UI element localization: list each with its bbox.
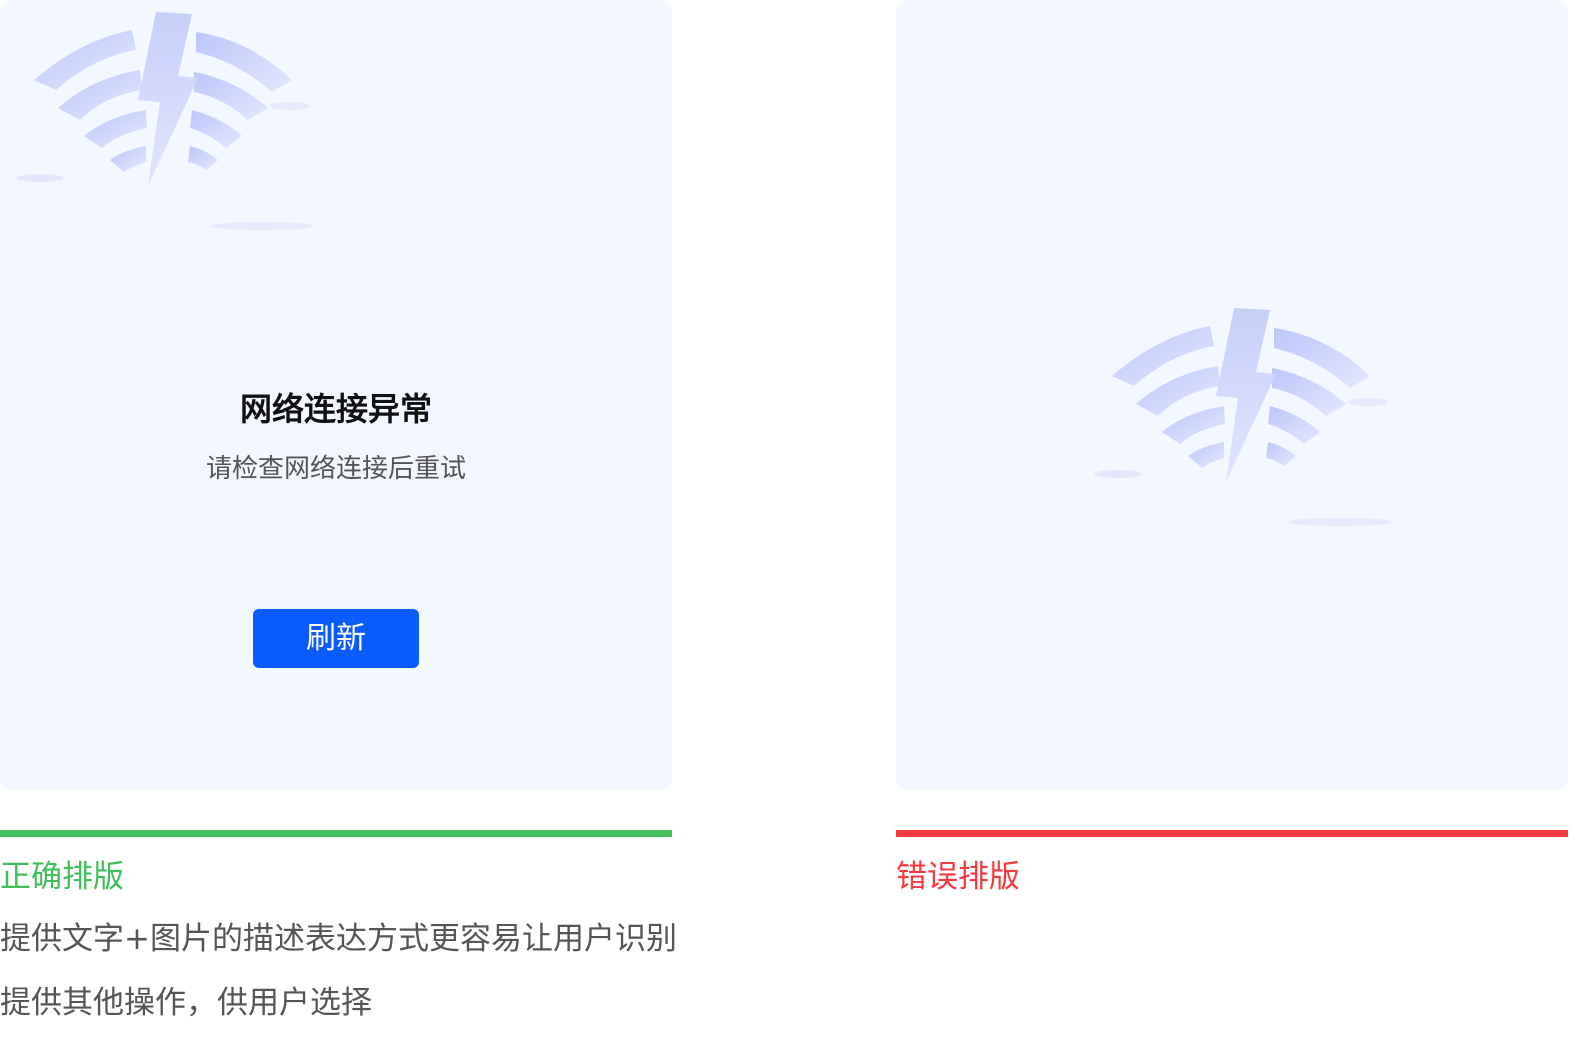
guideline-note: 提供文字+图片的描述表达方式更容易让用户识别 bbox=[0, 921, 677, 957]
error-subtitle: 请检查网络连接后重试 bbox=[205, 454, 466, 484]
error-title: 网络连接异常 bbox=[239, 390, 432, 428]
correct-divider bbox=[0, 830, 672, 837]
wifi-error-icon bbox=[16, 12, 314, 230]
refresh-button[interactable]: 刷新 bbox=[253, 609, 419, 668]
wrong-divider bbox=[896, 830, 1568, 837]
guideline-note: 提供其他操作，供用户选择 bbox=[0, 985, 372, 1021]
wifi-error-icon bbox=[1094, 308, 1392, 526]
correct-layout-label: 正确排版 bbox=[0, 859, 124, 895]
wrong-layout-label: 错误排版 bbox=[896, 859, 1020, 895]
